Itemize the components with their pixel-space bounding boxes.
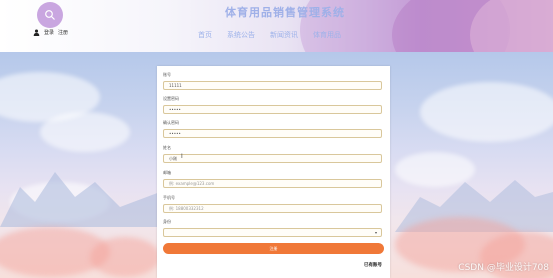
nav-announcements[interactable]: 系统公告: [227, 30, 255, 40]
password-input[interactable]: •••••: [163, 105, 382, 114]
field-label-password: 设置密码: [163, 96, 179, 101]
auth-links: 登录 注册: [33, 29, 68, 36]
nav-news[interactable]: 新闻资讯: [270, 30, 298, 40]
phone-input[interactable]: 例: 18800332312: [163, 204, 382, 213]
register-button[interactable]: 注册: [163, 243, 384, 254]
email-input[interactable]: 例: example@123.com: [163, 179, 382, 188]
account-input[interactable]: 11111: [163, 81, 382, 90]
field-label-confirm-password: 确认密码: [163, 120, 179, 125]
nav-products[interactable]: 体育用品: [313, 30, 341, 40]
field-label-account: 账号: [163, 72, 171, 77]
confirm-password-input[interactable]: •••••: [163, 129, 382, 138]
header: 体育用品销售管理系统 登录 注册 首页 系统公告 新闻资讯 体育用品: [0, 0, 553, 52]
field-label-name: 姓名: [163, 145, 171, 150]
watermark: CSDN @毕业设计708: [458, 263, 549, 273]
user-icon: [33, 29, 40, 36]
name-input[interactable]: 小刚: [163, 154, 382, 163]
text-cursor-icon: I: [181, 153, 183, 160]
register-link-header[interactable]: 注册: [58, 29, 68, 36]
field-label-phone: 手机号: [163, 195, 175, 200]
field-label-email: 邮箱: [163, 170, 171, 175]
header-decoration: [470, 0, 553, 52]
field-label-role: 身份: [163, 219, 171, 224]
search-icon: [45, 10, 55, 20]
logo[interactable]: [37, 2, 63, 28]
register-form: 账号 11111 设置密码 ••••• 确认密码 ••••• 姓名 小刚 邮箱 …: [157, 66, 390, 278]
nav-home[interactable]: 首页: [198, 30, 212, 40]
login-link-header[interactable]: 登录: [44, 29, 54, 36]
login-link[interactable]: 已有账号: [364, 262, 382, 268]
site-title: 体育用品销售管理系统: [225, 6, 345, 19]
chevron-down-icon: ▾: [374, 230, 377, 235]
role-select[interactable]: ▾: [163, 228, 382, 237]
